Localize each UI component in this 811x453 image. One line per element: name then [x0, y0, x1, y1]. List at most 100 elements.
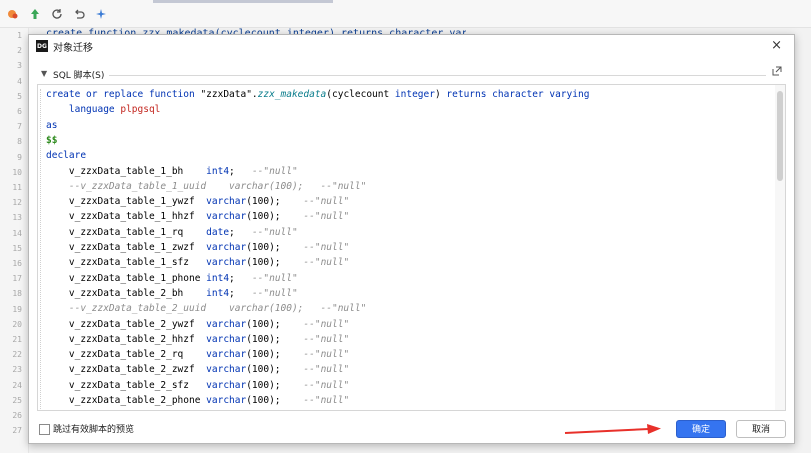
code-token: --v_zzxData_table_1_uuid varchar(100); -…: [46, 180, 367, 192]
sparkle-icon[interactable]: [94, 7, 108, 21]
code-token: v_zzxData_table_1_sfz: [46, 257, 207, 269]
code-line: v_zzxData_table_2_bh int4; --"null": [46, 286, 298, 301]
code-line: v_zzxData_table_1_bh int4; --"null": [46, 164, 298, 179]
scrollbar-track[interactable]: [775, 85, 785, 410]
code-token: ;: [229, 272, 252, 284]
ok-button[interactable]: 确定: [676, 420, 726, 438]
code-token: varchar: [206, 257, 247, 269]
code-line: v_zzxData_table_1_ywzf varchar(100); --"…: [46, 194, 349, 209]
db-orange-icon[interactable]: [6, 7, 20, 21]
code-token: (100);: [246, 257, 304, 269]
line-number: 11: [12, 183, 22, 192]
line-number: 13: [12, 213, 22, 223]
code-token: v_zzxData_table_2_hhzf: [46, 333, 207, 345]
code-token: (100);: [246, 242, 304, 253]
code-token: ;: [229, 165, 252, 177]
code-token: --v_zzxData_table_2_uuid varchar(100); -…: [46, 303, 367, 315]
code-token: language: [46, 104, 121, 116]
code-token: varchar: [206, 196, 247, 208]
line-number: 7: [17, 122, 22, 132]
line-number: 21: [12, 335, 22, 344]
code-token: (cyclecount: [326, 89, 395, 100]
line-number: 12: [12, 198, 22, 208]
code-line: declare: [46, 148, 86, 163]
code-token: --"null": [303, 242, 350, 253]
datagrip-app-icon: DG: [36, 40, 48, 52]
code-token: (100);: [246, 318, 304, 330]
code-token: v_zzxData_table_1_phone: [46, 272, 207, 284]
dialog-title: 对象迁移: [53, 43, 93, 54]
line-number: 4: [17, 76, 22, 86]
skip-preview-label: 跳过有效脚本的预览: [53, 425, 135, 435]
code-token: varchar: [206, 395, 247, 406]
code-token: v_zzxData_table_1_zwzf: [46, 242, 207, 253]
code-line: v_zzxData_table_1_hhzf varchar(100); --"…: [46, 209, 349, 224]
code-token: varchar: [206, 242, 247, 253]
code-token: --"null": [303, 211, 350, 223]
code-token: varchar: [206, 364, 247, 376]
code-line: create or replace function "zzxData".zzx…: [46, 87, 589, 102]
line-number: 24: [12, 380, 22, 390]
code-line: language plpgsql: [46, 102, 161, 117]
code-line: v_zzxData_table_2_hhzf varchar(100); --"…: [46, 332, 349, 347]
ide-toolbar: [0, 0, 811, 28]
line-number: 22: [12, 350, 22, 360]
code-token: --"null": [303, 395, 350, 406]
code-token: --"null": [251, 287, 298, 299]
code-token: int4: [206, 165, 230, 177]
code-token: int4: [206, 272, 230, 284]
code-token: int4: [206, 287, 230, 299]
code-token: --"null": [251, 226, 298, 238]
close-button[interactable]: ×: [771, 38, 782, 53]
fold-guide: [40, 89, 41, 409]
code-token: --"null": [251, 165, 298, 177]
skip-preview-checkbox[interactable]: [39, 424, 50, 435]
code-token: date: [206, 226, 230, 238]
scrollbar-thumb[interactable]: [777, 91, 783, 181]
code-token: integer: [394, 89, 435, 100]
code-token: v_zzxData_table_1_ywzf: [46, 196, 207, 208]
code-token: zzx_makedata: [257, 89, 327, 100]
code-line: v_zzxData_table_1_zwzf varchar(100); --"…: [46, 240, 349, 255]
line-number: 23: [12, 365, 22, 375]
code-token: --"null": [303, 318, 350, 330]
dialog-title-bar[interactable]: DG 对象迁移 ×: [29, 35, 794, 57]
undo-icon[interactable]: [72, 7, 86, 21]
line-number: 17: [12, 274, 22, 284]
line-number: 20: [12, 319, 22, 329]
code-line: as: [46, 118, 57, 133]
code-token: v_zzxData_table_2_sfz: [46, 379, 207, 391]
code-token: --"null": [303, 349, 350, 361]
sql-script-section-header[interactable]: ▼ SQL 脚本(S): [39, 66, 784, 82]
code-token: varchar: [206, 318, 247, 330]
code-token: v_zzxData_table_2_phone: [46, 395, 207, 406]
code-token: --"null": [303, 379, 350, 391]
line-number: 2: [17, 46, 22, 56]
migrate-objects-dialog: DG 对象迁移 × ▼ SQL 脚本(S) create or replace …: [28, 34, 795, 444]
code-token: ): [434, 89, 447, 100]
code-token: (100);: [246, 196, 304, 208]
code-token: v_zzxData_table_1_hhzf: [46, 211, 207, 223]
upload-icon[interactable]: [28, 7, 42, 21]
red-arrow-annotation: [564, 424, 661, 434]
code-line: --v_zzxData_table_1_uuid varchar(100); -…: [46, 179, 366, 194]
code-token: --"null": [303, 257, 350, 269]
section-label: SQL 脚本(S): [53, 71, 105, 81]
line-number: 14: [12, 228, 22, 238]
code-line: $$: [46, 133, 57, 148]
line-number: 25: [12, 395, 22, 405]
code-token: v_zzxData_table_2_bh: [46, 287, 207, 299]
sql-script-editor[interactable]: create or replace function "zzxData".zzx…: [37, 84, 786, 411]
line-number: 27: [12, 426, 22, 436]
code-token: plpgsql: [120, 104, 161, 116]
section-divider: [109, 75, 766, 76]
code-line: v_zzxData_table_1_sfz varchar(100); --"n…: [46, 255, 349, 270]
code-token: as: [46, 119, 58, 131]
chevron-down-icon[interactable]: ▼: [41, 69, 47, 78]
popout-icon[interactable]: [772, 66, 782, 79]
cancel-button[interactable]: 取消: [736, 420, 786, 438]
line-number: 18: [12, 289, 22, 299]
code-line: v_zzxData_table_2_ywzf varchar(100); --"…: [46, 317, 349, 332]
code-token: $$: [46, 134, 58, 146]
refresh-icon[interactable]: [50, 7, 64, 21]
